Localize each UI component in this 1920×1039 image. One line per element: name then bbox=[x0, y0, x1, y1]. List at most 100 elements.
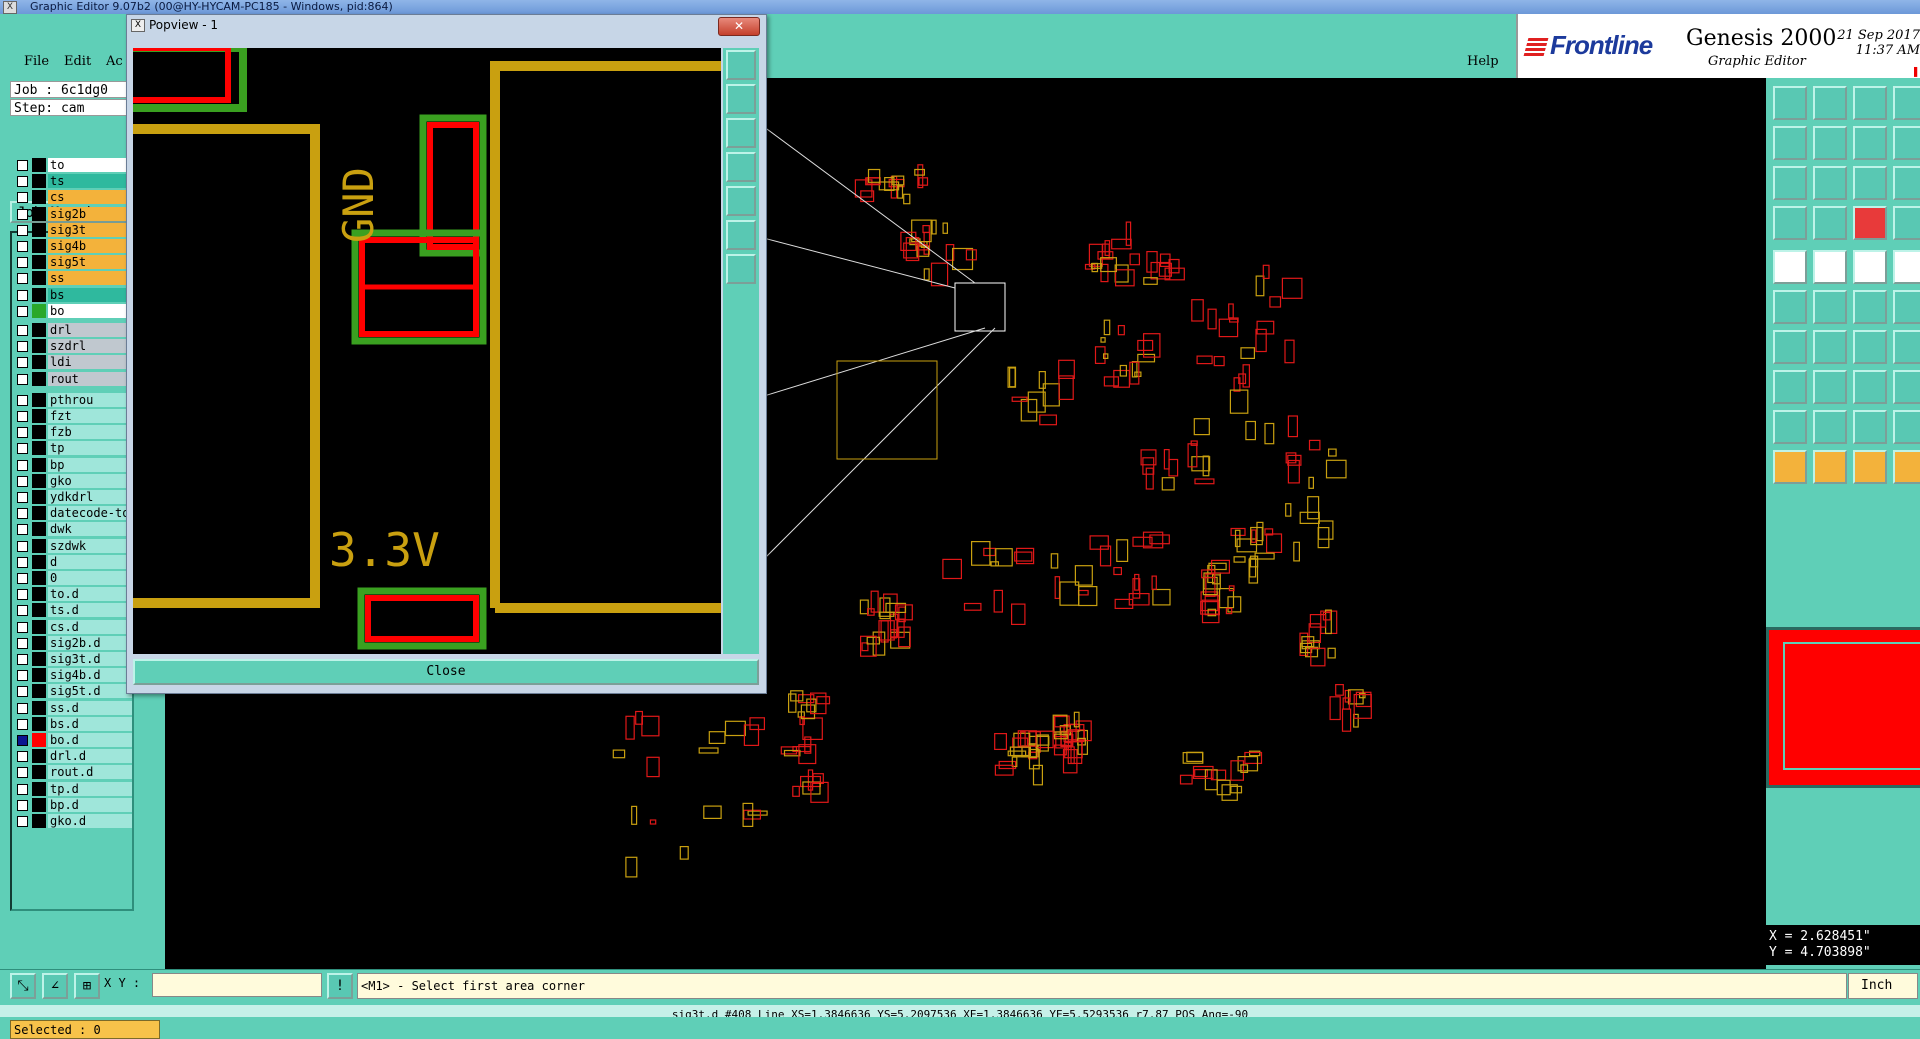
layer-row[interactable]: to.d bbox=[12, 586, 132, 602]
layer-checkbox[interactable] bbox=[17, 475, 28, 487]
layer-name[interactable]: rout bbox=[48, 371, 132, 386]
layer-checkbox[interactable] bbox=[17, 208, 28, 220]
angle-icon[interactable]: ∠ bbox=[42, 973, 68, 999]
rotate-icon[interactable] bbox=[1853, 330, 1887, 364]
layer-color-swatch[interactable] bbox=[32, 603, 46, 618]
layer-color-swatch[interactable] bbox=[32, 652, 46, 666]
popview-canvas[interactable]: GND 3.3V bbox=[133, 48, 721, 654]
cut-icon[interactable] bbox=[1813, 250, 1847, 284]
layer-row[interactable]: bs bbox=[12, 287, 132, 303]
layer-name[interactable]: bp bbox=[48, 457, 132, 472]
layer-row[interactable]: d bbox=[12, 554, 132, 570]
unit-select[interactable]: Inch bbox=[1848, 973, 1918, 999]
layer-name[interactable]: 0 bbox=[48, 571, 132, 585]
layer-name[interactable]: ydkdrl bbox=[48, 490, 132, 504]
layer-color-swatch[interactable] bbox=[32, 781, 46, 796]
fit-icon[interactable] bbox=[1893, 86, 1920, 120]
layer-checkbox[interactable] bbox=[17, 816, 28, 827]
layer-checkbox[interactable] bbox=[17, 508, 28, 520]
layer-name[interactable]: sig2b bbox=[48, 206, 132, 221]
select-all-icon[interactable] bbox=[1893, 290, 1920, 324]
grid-icon[interactable] bbox=[1813, 206, 1847, 240]
snap-icon[interactable] bbox=[1773, 250, 1807, 284]
layer-row[interactable]: rout bbox=[12, 371, 132, 387]
layer-checkbox[interactable] bbox=[17, 325, 28, 336]
layer-checkbox[interactable] bbox=[17, 556, 28, 568]
layer-checkbox[interactable] bbox=[17, 524, 28, 536]
layer-row[interactable]: tp.d bbox=[12, 781, 132, 797]
layer-row[interactable]: gko.d bbox=[12, 813, 132, 829]
layer-row[interactable]: sig5t bbox=[12, 254, 132, 270]
layer-color-swatch[interactable] bbox=[32, 733, 46, 747]
layer-name[interactable]: sig2b.d bbox=[48, 635, 132, 650]
layer-name[interactable]: ss.d bbox=[48, 700, 132, 715]
select-area-icon[interactable] bbox=[1813, 290, 1847, 324]
layer-color-swatch[interactable] bbox=[32, 355, 46, 370]
layer-row[interactable]: sig3t.d bbox=[12, 651, 132, 667]
layer-color-swatch[interactable] bbox=[32, 619, 46, 634]
layer-row[interactable]: drl bbox=[12, 322, 132, 338]
layer-row[interactable]: datecode-to bbox=[12, 505, 132, 521]
layer-checkbox[interactable] bbox=[17, 751, 28, 763]
pointer-d-icon[interactable] bbox=[1893, 450, 1920, 484]
layer-checkbox[interactable] bbox=[17, 289, 28, 301]
layer-row[interactable]: ydkdrl bbox=[12, 489, 132, 505]
layer-name[interactable]: sig5t.d bbox=[48, 684, 132, 699]
layer-name[interactable]: sig4b.d bbox=[48, 668, 132, 683]
zoom-fit-icon[interactable] bbox=[726, 50, 756, 80]
layer-name[interactable]: cs.d bbox=[48, 619, 132, 634]
layer-checkbox[interactable] bbox=[17, 637, 28, 649]
layers-icon[interactable] bbox=[1853, 206, 1887, 240]
layer-color-swatch[interactable] bbox=[32, 323, 46, 337]
ratio-icon[interactable] bbox=[1853, 166, 1887, 200]
layer-color-swatch[interactable] bbox=[32, 587, 46, 602]
help-icon[interactable] bbox=[1893, 166, 1920, 200]
layer-color-swatch[interactable] bbox=[32, 206, 46, 221]
line-icon[interactable] bbox=[1813, 370, 1847, 404]
pointer-b-icon[interactable] bbox=[1813, 450, 1847, 484]
mirror-icon[interactable] bbox=[1893, 330, 1920, 364]
select-net-icon[interactable] bbox=[1853, 290, 1887, 324]
layer-row[interactable]: fzb bbox=[12, 424, 132, 440]
step-down-icon[interactable] bbox=[1813, 86, 1847, 120]
window-titlebar[interactable]: X Graphic Editor 9.07b2 (00@HY-HYCAM-PC1… bbox=[0, 0, 1920, 14]
layer-checkbox[interactable] bbox=[17, 459, 28, 471]
layer-checkbox[interactable] bbox=[17, 273, 28, 285]
layer-name[interactable]: ts bbox=[48, 174, 132, 189]
layer-row[interactable]: cs bbox=[12, 189, 132, 205]
layer-name[interactable]: gko bbox=[48, 473, 132, 488]
layer-checkbox[interactable] bbox=[17, 192, 28, 204]
zoom-in-icon[interactable] bbox=[726, 220, 756, 250]
layer-color-swatch[interactable] bbox=[32, 255, 46, 270]
layer-row[interactable]: rout.d bbox=[12, 764, 132, 780]
layer-name[interactable]: sig4b bbox=[48, 239, 132, 253]
layer-checkbox[interactable] bbox=[17, 176, 28, 188]
layer-row[interactable]: ldi bbox=[12, 354, 132, 370]
measure-icon[interactable] bbox=[1893, 250, 1920, 284]
layer-color-swatch[interactable] bbox=[32, 457, 46, 472]
arc-d-icon[interactable] bbox=[1893, 410, 1920, 444]
home-icon[interactable] bbox=[1853, 86, 1887, 120]
menu-action[interactable]: Ac bbox=[106, 54, 123, 69]
alert-icon[interactable]: ! bbox=[327, 973, 353, 999]
layer-checkbox[interactable] bbox=[17, 573, 28, 584]
popview-window[interactable]: X Popview - 1 ✕ GND 3.3V Close bbox=[126, 14, 767, 694]
pan-down-icon[interactable] bbox=[726, 118, 756, 148]
resize-icon[interactable] bbox=[1853, 370, 1887, 404]
next-icon[interactable] bbox=[1813, 126, 1847, 160]
layer-checkbox[interactable] bbox=[17, 257, 28, 269]
draw-line-icon[interactable] bbox=[1773, 330, 1807, 364]
layer-checkbox[interactable] bbox=[17, 654, 28, 665]
lights-icon[interactable] bbox=[1893, 206, 1920, 240]
pointer-c-icon[interactable] bbox=[1853, 450, 1887, 484]
pan-left-icon[interactable] bbox=[726, 152, 756, 182]
layer-color-swatch[interactable] bbox=[32, 814, 46, 828]
arc-a-icon[interactable] bbox=[1773, 410, 1807, 444]
layer-name[interactable]: to.d bbox=[48, 587, 132, 602]
pointer-icon[interactable] bbox=[1773, 450, 1807, 484]
layer-row[interactable]: ss.d bbox=[12, 700, 132, 716]
pause-icon[interactable]: ❚❚ bbox=[1912, 64, 1920, 78]
prev-icon[interactable] bbox=[1773, 126, 1807, 160]
layer-row[interactable]: sig4b.d bbox=[12, 667, 132, 683]
zoom-out-icon[interactable] bbox=[726, 254, 756, 284]
